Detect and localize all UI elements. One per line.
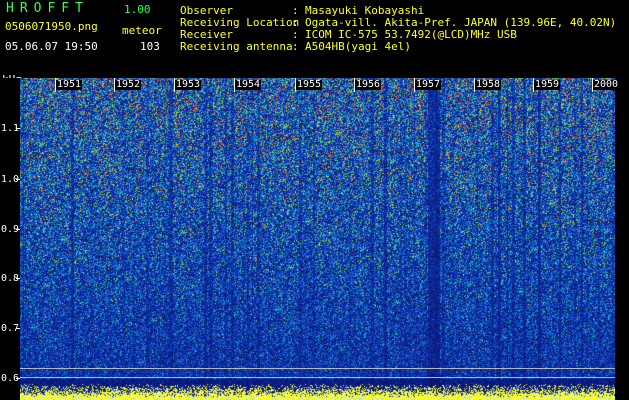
x-tick-label: 1957 [415,79,442,90]
x-tick-label: 1959 [534,79,561,90]
antenna-label: Receiving antenna [180,40,293,53]
y-tick-label: 0.7 [1,323,20,334]
y-tick-label: 0.8 [1,273,20,284]
x-tick-label: 1955 [296,79,323,90]
x-tick-label: 1953 [175,79,202,90]
y-tick-mark [16,179,20,180]
antenna-separator: : [292,40,299,53]
y-tick-mark [16,128,20,129]
y-tick-label: 1.1 [1,123,20,134]
y-tick-label: 0.6 [1,373,20,384]
header-panel: HROFFT 1.00 0506071950.png meteor 05.06.… [0,0,629,86]
spectrogram-panel [20,78,615,400]
y-tick-label: 1.0 [1,174,20,185]
y-tick-label: 0.9 [1,224,20,235]
app-version: 1.00 [124,3,151,16]
right-margin [615,78,629,400]
spectrogram-image [20,78,615,400]
y-tick-mark [16,378,20,379]
date-time: 05.06.07 19:50 [5,40,98,53]
detection-count: 103 [140,40,160,53]
y-tick-mark [16,229,20,230]
reference-line-lower [20,377,615,378]
x-tick-label: 1958 [475,79,502,90]
mode-label: meteor [122,24,162,37]
y-axis: 1.1 1.0 0.9 0.8 0.7 0.6 [0,78,20,400]
file-name: 0506071950.png [5,20,98,33]
x-tick-label: 1951 [56,79,83,90]
x-tick-label: 1956 [355,79,382,90]
y-tick-mark [16,328,20,329]
antenna-value: A504HB(yagi 4el) [305,40,411,53]
reference-line-upper [20,368,615,369]
x-tick-label: 2000 [593,79,620,90]
x-tick-label: 1954 [235,79,262,90]
x-tick-label: 1952 [115,79,142,90]
y-tick-mark [16,278,20,279]
app-name: HROFFT [6,1,89,16]
